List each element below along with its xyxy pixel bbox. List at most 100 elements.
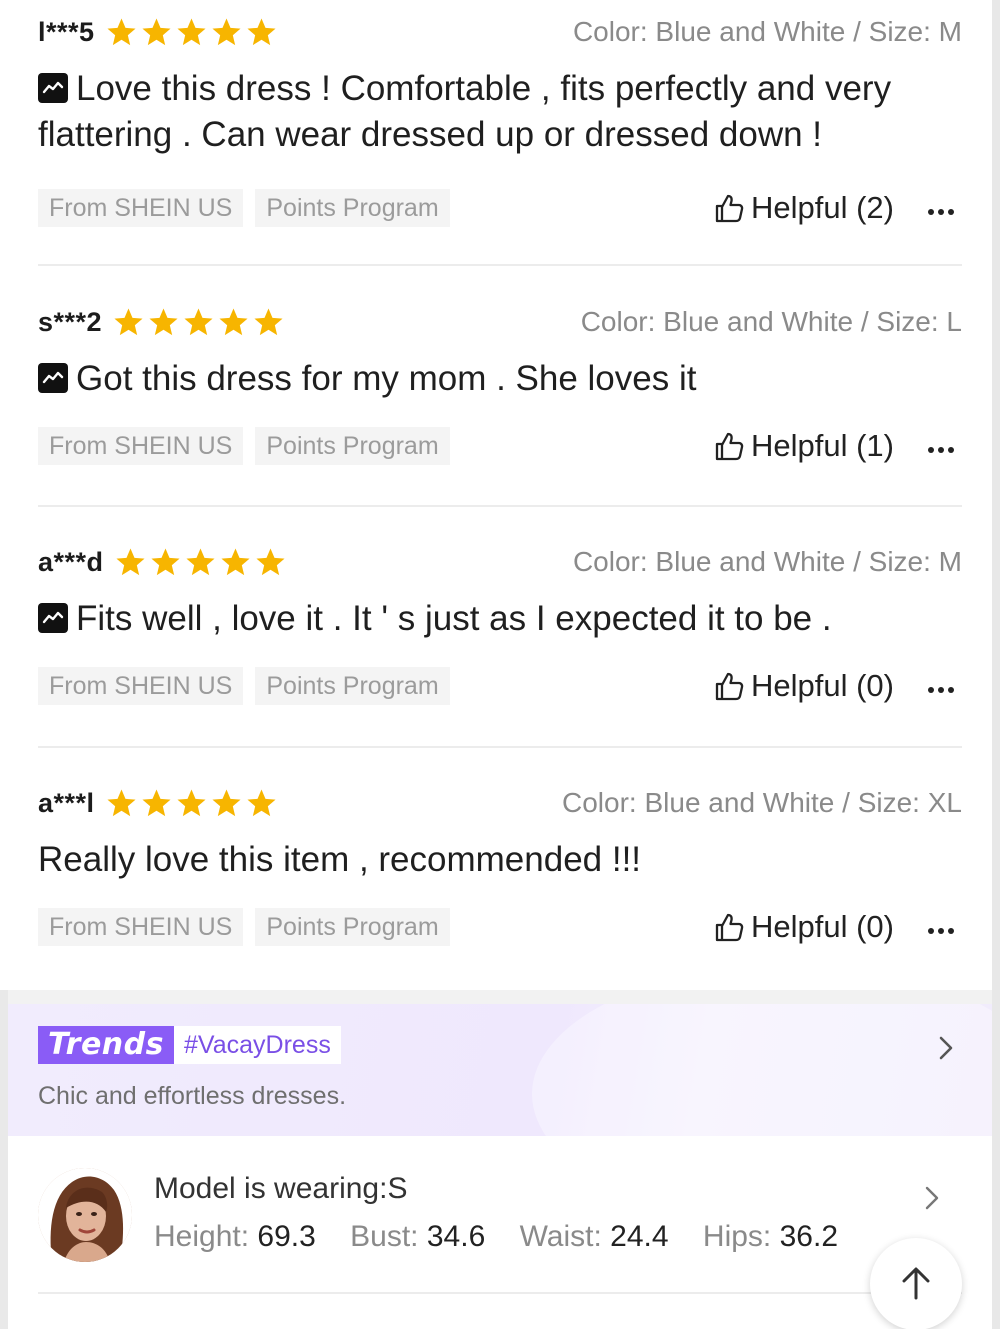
helpful-button[interactable]: Helpful (0) [713,668,894,704]
chevron-right-icon[interactable] [938,1034,954,1067]
helpful-label: Helpful (1) [751,428,894,463]
review-text: Fits well , love it . It ' s just as I e… [76,599,832,638]
tag-source: From SHEIN US [38,667,244,705]
section-divider [38,1292,962,1294]
chevron-right-icon[interactable] [924,1184,940,1217]
stat-label: Height: [154,1220,250,1253]
star-icon [177,17,206,45]
rating-stars [105,16,280,49]
review-username: s***2 [38,306,103,337]
stat-value: 24.4 [610,1220,669,1253]
star-icon [254,307,283,335]
scroll-edge [0,990,8,1329]
review-content: Got this dress for my mom . She loves it [38,356,962,402]
trends-logo: Trends [38,1026,174,1064]
review-username: l***5 [38,16,95,47]
model-stat: Waist: 24.4 [520,1220,669,1253]
tag-source: From SHEIN US [38,189,244,227]
star-icon [177,788,206,816]
review-item: a***d Color: Blue and White / Size: M Fi… [38,542,962,706]
star-icon [142,17,171,45]
helpful-label: Helpful (0) [751,909,894,944]
back-to-top-button[interactable] [870,1238,962,1329]
helpful-label: Helpful (2) [751,190,894,225]
star-icon [247,17,276,45]
translate-icon[interactable] [38,363,68,393]
star-icon [151,547,180,575]
rating-stars [105,787,280,820]
stat-value: 34.6 [426,1220,486,1253]
review-item: l***5 Color: Blue and White / Size: M Lo… [38,12,962,228]
rating-stars [112,306,287,339]
arrow-up-icon [902,1267,930,1300]
review-variant-meta: Color: Blue and White / Size: XL [562,787,962,818]
star-icon [212,788,241,816]
review-footer: From SHEIN US Points Program Helpful (2) [38,188,962,228]
star-icon [219,307,248,335]
helpful-button[interactable]: Helpful (2) [713,190,894,226]
review-footer: From SHEIN US Points Program Helpful (1) [38,426,962,466]
review-content: Love this dress ! Comfortable , fits per… [38,66,962,158]
translate-icon[interactable] [38,603,68,633]
translate-icon[interactable] [38,73,68,103]
trends-hashtag[interactable]: #VacayDress [174,1026,341,1064]
model-measurements: Height: 69.3 Bust: 34.6 Waist: 24.4 Hips… [154,1220,864,1254]
review-item: s***2 Color: Blue and White / Size: L Go… [38,302,962,466]
section-separator [8,990,992,1004]
review-variant-meta: Color: Blue and White / Size: M [572,546,962,577]
tag-program: Points Program [255,667,450,705]
review-divider [38,264,962,266]
review-username: a***d [38,546,104,577]
reviews-page: l***5 Color: Blue and White / Size: M Lo… [0,0,1000,1329]
stat-value: 69.3 [257,1220,316,1253]
star-icon [116,547,145,575]
tag-program: Points Program [255,427,450,465]
more-dots-icon[interactable] [928,680,960,693]
review-text: Got this dress for my mom . She loves it [76,359,697,398]
tag-source: From SHEIN US [38,908,244,946]
helpful-button[interactable]: Helpful (1) [713,428,894,464]
star-icon [247,788,276,816]
review-variant-meta: Color: Blue and White / Size: L [580,306,962,337]
helpful-label: Helpful (0) [751,668,894,703]
thumbs-up-icon [715,913,744,942]
trends-decoration [532,1004,992,1136]
star-icon [114,307,143,335]
star-icon [149,307,178,335]
model-stat: Bust: 34.6 [350,1220,485,1253]
star-icon [107,788,136,816]
review-text: Love this dress ! Comfortable , fits per… [38,69,892,154]
review-content: Really love this item , recommended !!! [38,837,962,883]
more-dots-icon[interactable] [928,921,960,934]
star-icon [107,17,136,45]
star-icon [142,788,171,816]
stat-label: Waist: [519,1220,602,1253]
thumbs-up-icon [715,672,744,701]
tag-program: Points Program [255,189,450,227]
model-title: Model is wearing:S [154,1172,408,1205]
star-icon [186,547,215,575]
review-footer: From SHEIN US Points Program Helpful (0) [38,907,962,947]
thumbs-up-icon [715,432,744,461]
review-footer: From SHEIN US Points Program Helpful (0) [38,666,962,706]
review-header: a***d Color: Blue and White / Size: M [38,542,962,582]
trends-banner[interactable]: Trends #VacayDress Chic and effortless d… [8,1004,992,1136]
trends-description: Chic and effortless dresses. [38,1082,347,1110]
model-info[interactable]: Model is wearing:S Height: 69.3 Bust: 34… [8,1136,992,1329]
review-variant-meta: Color: Blue and White / Size: M [572,16,962,47]
review-item: a***l Color: Blue and White / Size: XL R… [38,783,962,947]
scroll-edge [992,0,1000,1329]
more-dots-icon[interactable] [928,202,960,215]
helpful-button[interactable]: Helpful (0) [713,909,894,945]
tag-source: From SHEIN US [38,427,244,465]
review-divider [38,505,962,507]
review-header: s***2 Color: Blue and White / Size: L [38,302,962,342]
thumbs-up-icon [715,194,744,223]
star-icon [212,17,241,45]
star-icon [256,547,285,575]
stat-label: Hips: [702,1220,772,1253]
more-dots-icon[interactable] [928,440,960,453]
trends-badge: Trends #VacayDress [38,1026,341,1064]
stat-label: Bust: [350,1220,419,1253]
model-stat: Height: 69.3 [154,1220,316,1253]
